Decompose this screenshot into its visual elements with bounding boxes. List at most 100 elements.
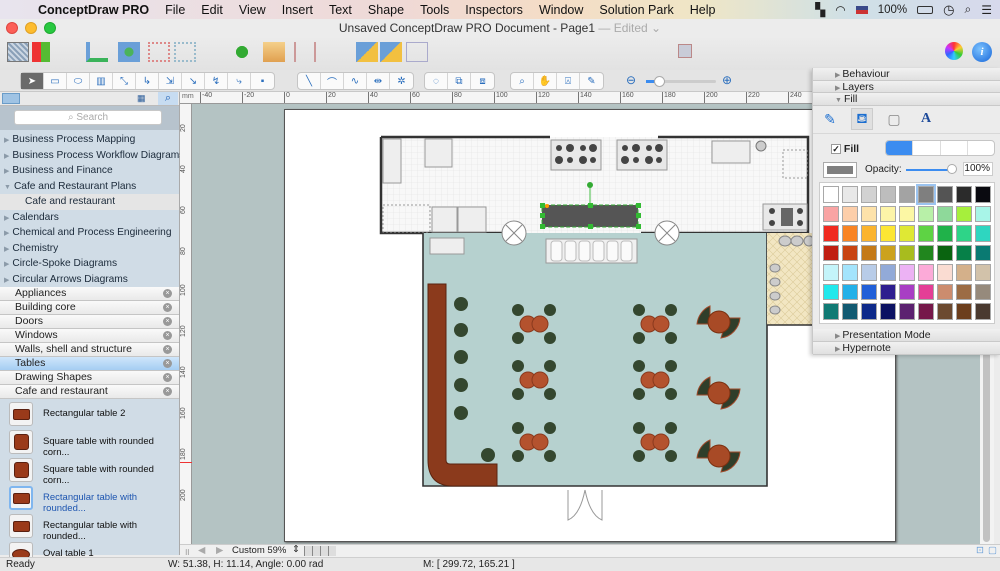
collapsed-arrow-icon[interactable]: ▶ (4, 215, 9, 222)
crop-icon[interactable]: ⧉ (448, 73, 471, 89)
close-library-icon[interactable]: × (163, 387, 172, 396)
color-swatch[interactable] (823, 225, 839, 242)
color-swatch[interactable] (861, 225, 877, 242)
color-swatch[interactable] (975, 283, 991, 301)
drawing-page[interactable] (284, 109, 896, 542)
color-swatch[interactable] (937, 283, 953, 301)
mind-map-icon[interactable] (148, 42, 170, 62)
color-swatch[interactable] (861, 264, 877, 281)
prep-table[interactable] (457, 206, 487, 233)
color-swatch[interactable] (937, 303, 953, 320)
inspector-presentation-mode[interactable]: ▶ Presentation Mode (813, 329, 1000, 342)
freehand-tool-icon[interactable]: ✲ (390, 73, 413, 89)
library-item[interactable]: Windows × (0, 329, 179, 343)
library-item[interactable]: Cafe and restaurant × (0, 385, 179, 399)
close-library-icon[interactable]: × (163, 345, 172, 354)
table-shape-icon[interactable] (9, 486, 33, 510)
format-painter-icon[interactable]: ⧈ (471, 73, 494, 89)
zoom-level-select[interactable]: Custom 59% (232, 545, 286, 556)
color-swatch[interactable] (956, 303, 972, 320)
zoom-stepper-icon[interactable]: ⇕ (292, 544, 300, 555)
color-swatch[interactable] (937, 244, 953, 262)
round-connector-icon[interactable]: ↯ (205, 73, 228, 89)
shape-item[interactable]: Rectangular table with rounded... (0, 512, 179, 542)
text-tab-icon[interactable]: A (915, 108, 937, 130)
color-swatch[interactable] (956, 205, 972, 223)
color-swatch[interactable] (880, 205, 896, 223)
tree-diagram-icon[interactable] (86, 42, 108, 62)
rapid-draw-icon[interactable] (231, 42, 253, 62)
collapsed-arrow-icon[interactable]: ▶ (4, 137, 9, 144)
shape-item[interactable]: Square table with rounded corn... (0, 428, 179, 458)
ruler-unit[interactable]: mm (182, 93, 194, 100)
grill-stove[interactable] (762, 203, 808, 231)
shape-item[interactable]: Square table with rounded corn... (0, 456, 179, 486)
color-swatch[interactable] (880, 225, 896, 242)
color-swatch[interactable] (899, 283, 915, 301)
stamp-tool-icon[interactable]: ⍓ (557, 73, 580, 89)
text-box-tool-icon[interactable]: ▥ (90, 73, 113, 89)
rectangle-tool-icon[interactable]: ▭ (44, 73, 67, 89)
library-search-input[interactable]: ⌕ Search (14, 110, 162, 125)
polyline-tool-icon[interactable]: ⇹ (367, 73, 390, 89)
color-swatch[interactable] (861, 186, 877, 203)
kitchen-drain[interactable] (755, 140, 767, 152)
color-picker-icon[interactable] (945, 42, 963, 60)
zoom-in-icon[interactable]: ⊕ (722, 73, 732, 87)
solution-category[interactable]: ▶ Circle-Spoke Diagrams (0, 256, 179, 272)
color-swatch[interactable] (956, 244, 972, 262)
zoom-out-icon[interactable]: ⊖ (626, 73, 636, 87)
library-item[interactable]: Drawing Shapes × (0, 371, 179, 385)
color-swatch[interactable] (918, 225, 934, 242)
menu-shape[interactable]: Shape (360, 3, 412, 17)
solution-category[interactable]: ▶ Chemistry (0, 241, 179, 257)
color-swatch[interactable] (861, 283, 877, 301)
fill-checkbox[interactable]: ✓ (831, 144, 841, 154)
color-swatch[interactable] (861, 244, 877, 262)
texture-fill-option[interactable] (966, 141, 994, 155)
zoom-slider[interactable] (646, 76, 716, 87)
color-swatch[interactable] (975, 244, 991, 262)
color-swatch[interactable] (918, 244, 934, 262)
menu-text[interactable]: Text (321, 3, 360, 17)
color-swatch[interactable] (918, 303, 934, 320)
menu-edit[interactable]: Edit (193, 3, 231, 17)
hierarchy-icon[interactable] (118, 42, 140, 62)
color-swatch[interactable] (918, 264, 934, 281)
insert-shape-icon[interactable]: ▪ (251, 73, 274, 89)
library-item[interactable]: Tables × (0, 357, 179, 371)
table-shape-icon[interactable] (9, 458, 33, 482)
color-swatch[interactable] (880, 283, 896, 301)
color-swatch[interactable] (899, 244, 915, 262)
chain-connector-icon[interactable]: ⤷ (228, 73, 251, 89)
color-swatch[interactable] (899, 205, 915, 223)
flowchart-icon[interactable] (174, 42, 196, 62)
solution-category[interactable]: ▼ Cafe and Restaurant Plans (0, 179, 179, 195)
close-library-icon[interactable]: × (163, 373, 172, 382)
menu-app-name[interactable]: ConceptDraw PRO (24, 3, 157, 17)
library-subitem[interactable]: Cafe and restaurant (0, 194, 179, 210)
table-shape-icon[interactable] (9, 514, 33, 538)
color-swatch[interactable] (937, 186, 953, 203)
color-swatch[interactable] (937, 264, 953, 281)
color-swatch[interactable] (956, 186, 972, 203)
edit-points-icon[interactable]: ◌ (425, 73, 448, 89)
color-swatch[interactable] (861, 205, 877, 223)
select-tool-icon[interactable]: ➤ (21, 73, 44, 89)
horizontal-ruler[interactable]: mm -40 -20 0 20 40 60 80 100 120 140 160 180 200 220 2… (180, 92, 812, 104)
color-swatch[interactable] (823, 264, 839, 281)
menu-solution-park[interactable]: Solution Park (591, 3, 681, 17)
library-item[interactable]: Doors × (0, 315, 179, 329)
solution-category[interactable]: ▶ Circular Arrows Diagrams (0, 272, 179, 288)
table-shape-icon[interactable] (9, 402, 33, 426)
rotation-handle[interactable] (587, 182, 593, 188)
color-swatch[interactable] (899, 264, 915, 281)
zoom-tool-icon[interactable]: ⌕ (511, 73, 534, 89)
shadow-tab-icon[interactable]: ▢ (883, 108, 905, 130)
color-swatch[interactable] (975, 264, 991, 281)
inspector-layers[interactable]: ▶ Layers (813, 80, 1000, 93)
spotlight-search-icon[interactable]: ⌕ (965, 2, 972, 17)
connector-arrange-icon[interactable] (263, 42, 285, 62)
inspector-hypernote[interactable]: ▶ Hypernote (813, 342, 1000, 355)
solution-category[interactable]: ▶ Calendars (0, 210, 179, 226)
